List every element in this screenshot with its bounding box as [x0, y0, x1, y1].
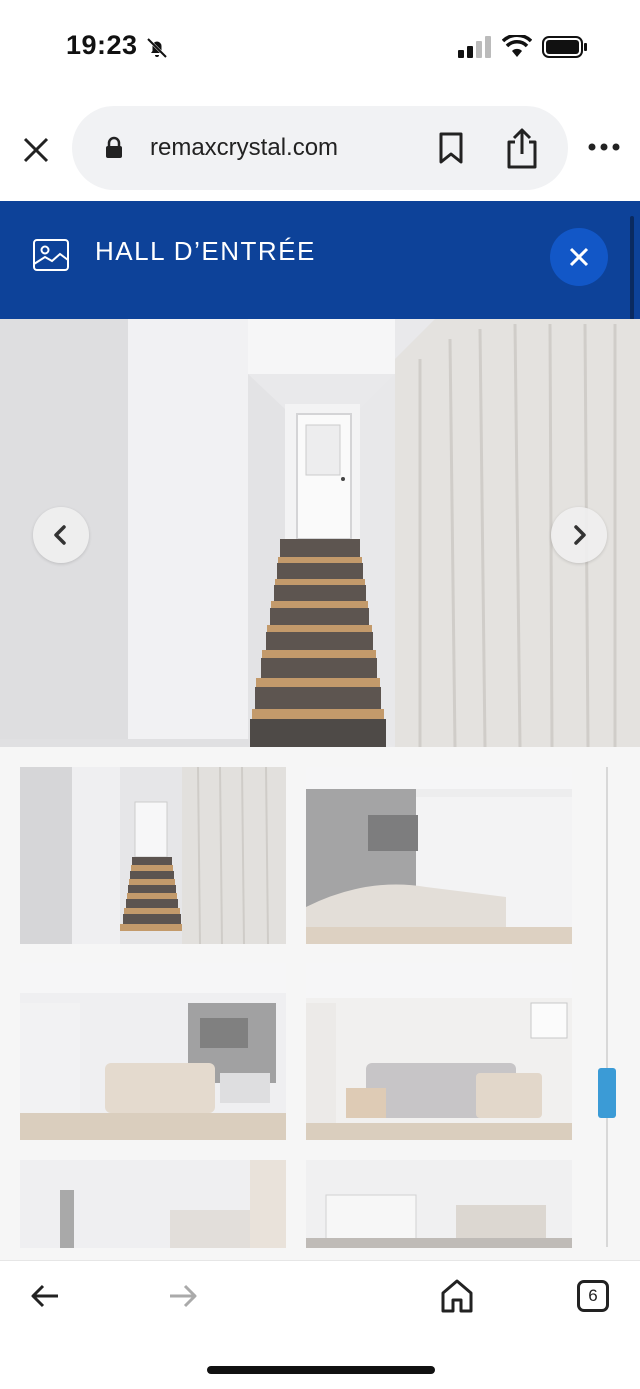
lightbox-close-button[interactable] [550, 228, 608, 286]
next-photo-button[interactable] [551, 507, 607, 563]
image-icon [33, 239, 69, 271]
gallery-scrollbar-track[interactable] [606, 767, 608, 1247]
home-indicator[interactable] [207, 1366, 435, 1374]
close-icon [569, 247, 589, 267]
close-icon[interactable] [22, 136, 50, 164]
signal-icon [458, 36, 491, 58]
main-photo [0, 319, 640, 747]
back-arrow-icon[interactable] [30, 1283, 60, 1309]
lightbox-title: HALL D’ENTRÉE [95, 236, 316, 266]
thumb-living-room-window[interactable] [306, 963, 572, 1140]
page-scrollbar[interactable] [630, 216, 634, 320]
tabs-button[interactable]: 6 [577, 1280, 609, 1312]
status-time: 19:23 [66, 30, 138, 60]
wifi-icon [502, 35, 532, 57]
chevron-right-icon [574, 525, 586, 545]
chevron-left-icon [54, 525, 66, 545]
forward-arrow-icon[interactable] [168, 1283, 198, 1309]
thumb-kitchen-2[interactable] [306, 1160, 572, 1248]
tab-count: 6 [588, 1286, 598, 1305]
lock-icon [106, 136, 122, 158]
thumb-living-room-sofa[interactable] [20, 963, 286, 1140]
home-icon[interactable] [440, 1278, 474, 1314]
thumb-hall-stairs[interactable] [20, 767, 286, 944]
bookmark-icon[interactable] [438, 132, 464, 164]
more-icon[interactable] [588, 142, 620, 152]
bell-off-icon [146, 37, 168, 59]
share-icon[interactable] [505, 128, 539, 170]
previous-photo-button[interactable] [33, 507, 89, 563]
url-text[interactable]: remaxcrystal.com [150, 134, 338, 162]
thumb-kitchen-1[interactable] [20, 1160, 286, 1248]
gallery-scrollbar-thumb[interactable] [598, 1068, 616, 1118]
thumb-living-room-tv[interactable] [306, 767, 572, 944]
battery-icon [542, 36, 587, 58]
